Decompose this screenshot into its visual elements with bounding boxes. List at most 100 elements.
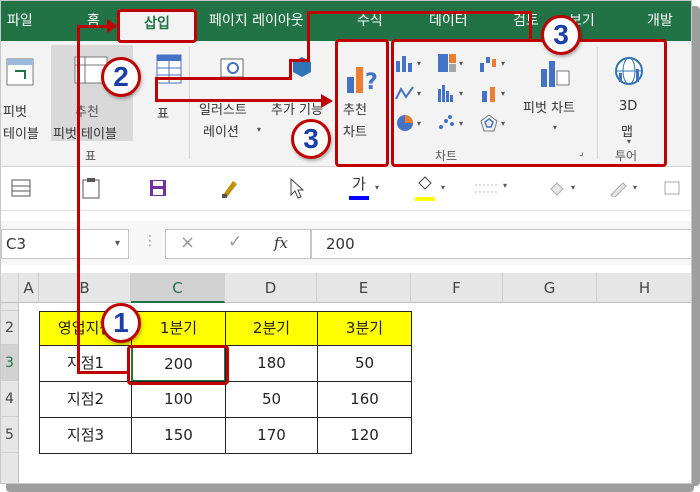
excel-window: 파일 홈 삽입 페이지 레이아웃 수식 데이터 검토 보기 개발 피벗 테이블 [0, 0, 692, 484]
tab-page-layout[interactable]: 페이지 레이아웃 [209, 1, 304, 41]
table-cell[interactable]: 지점2 [39, 381, 132, 418]
fill-color-swatch [415, 197, 435, 201]
borders-button[interactable]: ▾ [475, 181, 515, 201]
select-all-corner[interactable] [1, 273, 19, 303]
fill-color-icon [418, 176, 432, 190]
illustrations-button[interactable]: 일러스트 레이션 ▾ [197, 47, 269, 143]
pen-dropdown-icon: ▾ [633, 183, 638, 192]
highlight-cell-c3 [127, 345, 229, 385]
form-icon[interactable] [11, 179, 31, 197]
table-header-cell[interactable]: 1분기 [131, 311, 226, 346]
connector-line [289, 59, 292, 80]
connector-line [157, 99, 327, 102]
column-header-a[interactable]: A [19, 273, 39, 303]
arrow-head-icon [321, 94, 333, 108]
pen-button[interactable]: ▾ [609, 179, 649, 199]
highlight-dropdown-icon: ▾ [571, 183, 576, 192]
table-cell[interactable]: 50 [317, 345, 412, 382]
table-cell[interactable]: 100 [131, 381, 226, 418]
step-badge-3: 3 [291, 119, 331, 159]
screenshot-frame: 파일 홈 삽입 페이지 레이아웃 수식 데이터 검토 보기 개발 피벗 테이블 [0, 0, 700, 492]
illustrations-label-2: 레이션 [203, 125, 239, 140]
column-header-b[interactable]: B [39, 273, 131, 303]
name-box[interactable]: C3 ▾ [1, 229, 129, 259]
arrow-head-icon [107, 19, 117, 33]
row-header-6[interactable] [1, 453, 19, 483]
tab-review[interactable]: 검토 [513, 1, 539, 41]
select-cursor-icon[interactable] [289, 177, 305, 199]
table-icon [156, 54, 182, 84]
pivot-table-label-2: 테이블 [3, 127, 39, 142]
pivot-table-label-1: 피벗 [3, 105, 27, 120]
fill-color-button[interactable]: ▾ [415, 175, 455, 205]
connector-line [529, 11, 532, 41]
highlight-icon [550, 182, 564, 196]
row-header-2[interactable]: 2 [1, 311, 19, 345]
step-badge-3: 3 [541, 15, 581, 55]
pen-icon [610, 182, 627, 199]
column-header-d[interactable]: D [225, 273, 317, 303]
table-cell[interactable]: 170 [225, 417, 318, 454]
formula-bar: C3 ▾ ⋮ × ✓ fx 200 [1, 221, 691, 265]
table-header-cell[interactable]: 3분기 [317, 311, 412, 346]
font-color-swatch [349, 196, 369, 200]
shape-icon[interactable] [663, 179, 683, 197]
name-box-dropdown-icon[interactable]: ▾ [115, 230, 120, 258]
tab-data[interactable]: 데이터 [429, 1, 468, 41]
borders-icon [475, 184, 499, 193]
enter-icon[interactable]: ✓ [228, 232, 242, 252]
worksheet-grid[interactable]: A B C D E F G H 2 3 4 5 영업지점 1분기 2분기 3분기… [1, 273, 691, 483]
table-cell[interactable]: 160 [317, 381, 412, 418]
row-header-4[interactable]: 4 [1, 381, 19, 417]
format-painter-icon[interactable] [219, 177, 239, 199]
tables-group-label: 표 [85, 149, 97, 163]
font-color-dropdown-icon: ▾ [375, 183, 380, 192]
column-header-e[interactable]: E [317, 273, 411, 303]
insert-function-icon[interactable]: fx [274, 234, 288, 252]
paste-icon[interactable] [81, 177, 101, 199]
connector-line [307, 11, 531, 14]
row-header-3[interactable]: 3 [1, 345, 19, 381]
table-cell[interactable]: 지점1 [39, 345, 132, 382]
font-color-icon: 가 [352, 175, 366, 193]
font-color-button[interactable]: 가 ▾ [349, 173, 389, 203]
column-header-g[interactable]: G [503, 273, 597, 303]
highlight-button[interactable]: ▾ [547, 179, 587, 199]
table-cell[interactable]: 180 [225, 345, 318, 382]
table-button[interactable]: 표 [141, 47, 182, 143]
borders-dropdown-icon: ▾ [503, 181, 508, 190]
row-header-5[interactable]: 5 [1, 417, 19, 453]
step-badge-1: 1 [101, 303, 141, 343]
highlight-recommended-charts [335, 39, 389, 167]
ribbon-separator [189, 47, 190, 159]
quick-toolbar: 가 ▾ ▾ ▾ ▾ ▾ [1, 167, 691, 211]
connector-line [289, 59, 309, 62]
row-header-1[interactable] [1, 303, 19, 311]
pivot-table-icon [6, 58, 34, 86]
save-icon[interactable] [149, 179, 167, 197]
connector-line [307, 11, 310, 62]
connector-line [77, 371, 127, 374]
table-cell[interactable]: 50 [225, 381, 318, 418]
table-cell[interactable]: 120 [317, 417, 412, 454]
table-cell[interactable]: 지점3 [39, 417, 132, 454]
tab-formulas[interactable]: 수식 [357, 1, 383, 41]
connector-line [77, 25, 80, 373]
formula-input[interactable]: 200 [311, 229, 691, 259]
column-header-c[interactable]: C [131, 273, 225, 303]
column-header-h[interactable]: H [597, 273, 691, 303]
tab-developer[interactable]: 개발 [647, 1, 673, 41]
table-cell[interactable]: 150 [131, 417, 226, 454]
connector-line [157, 77, 291, 80]
tab-file[interactable]: 파일 [7, 1, 33, 41]
step-badge-2: 2 [101, 57, 141, 97]
highlight-insert-tab [117, 9, 197, 43]
ribbon-tab-bar: 파일 홈 삽입 페이지 레이아웃 수식 데이터 검토 보기 개발 [1, 1, 691, 41]
pivot-table-button[interactable]: 피벗 테이블 [1, 47, 45, 143]
table-header-cell[interactable]: 2분기 [225, 311, 318, 346]
cancel-icon[interactable]: × [180, 232, 195, 253]
formula-buttons: × ✓ fx [165, 229, 311, 259]
splitter-handle[interactable]: ⋮ [143, 233, 157, 249]
tab-home[interactable]: 홈 [87, 1, 100, 41]
column-header-f[interactable]: F [411, 273, 503, 303]
